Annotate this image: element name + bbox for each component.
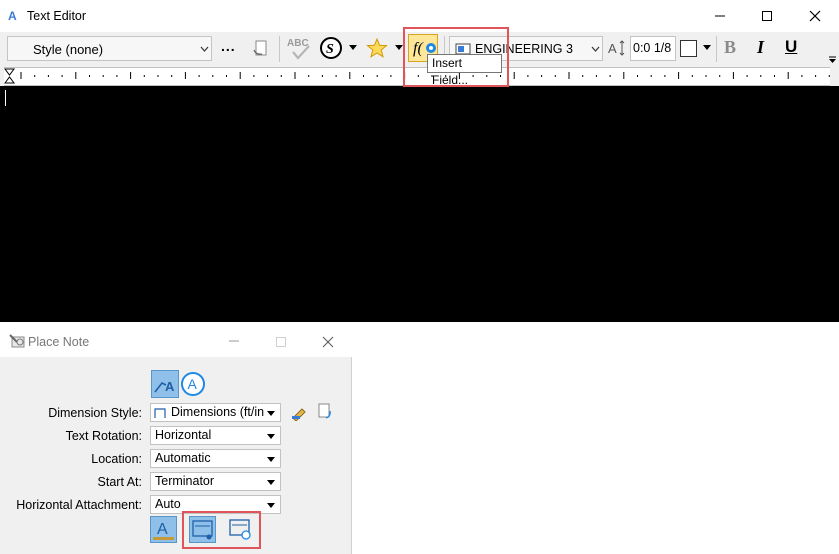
circle-a-icon: A (181, 372, 205, 396)
reset-style-icon (318, 403, 331, 419)
minimize-icon (229, 340, 239, 342)
leader-text-icon: A (154, 379, 175, 394)
more-options-button[interactable]: ... (221, 38, 236, 54)
insert-field-tooltip: Insert Field... (427, 54, 502, 87)
place-note-titlebar[interactable]: Place Note (0, 324, 352, 357)
symbol-s-icon: S (320, 37, 342, 59)
text-frame-button[interactable]: A (150, 516, 177, 543)
symbol-dropdown-icon (349, 45, 357, 50)
location-label: Location: (91, 452, 142, 466)
svg-text:S: S (326, 42, 334, 57)
style-combo-value: Style (none) (33, 42, 104, 57)
minimize-icon (715, 15, 725, 17)
svg-text:A: A (165, 379, 175, 394)
place-note-tool-icon (9, 334, 25, 348)
text-rotation-label: Text Rotation: (65, 429, 142, 443)
chevron-down-icon (591, 46, 600, 52)
favorites-button[interactable] (365, 36, 389, 60)
toolbar-separator (716, 36, 717, 62)
dimension-line-icon (192, 520, 213, 540)
maximize-icon (276, 337, 286, 347)
bold-button[interactable]: B (724, 37, 736, 58)
circle-text-button[interactable]: A (180, 371, 206, 397)
close-icon (322, 336, 334, 348)
chevron-down-icon (267, 503, 275, 508)
text-caret (5, 90, 6, 106)
dimension-style-icon (154, 408, 166, 418)
paste-style-button[interactable] (249, 36, 273, 60)
toolbar-separator (279, 36, 280, 62)
dimension-style-dropdown[interactable]: Dimensions (ft/in (150, 403, 281, 422)
spell-check-button[interactable]: ABC (284, 34, 314, 62)
start-at-dropdown[interactable]: Terminator (150, 472, 281, 491)
horizontal-leader-button[interactable] (189, 516, 216, 543)
text-size-field[interactable]: 0:0 1/8 (630, 36, 676, 61)
style-combo[interactable]: Style (none) (7, 36, 212, 61)
maximize-icon (762, 11, 772, 21)
edit-pencil-icon (292, 408, 306, 421)
document-arrow-icon (253, 40, 267, 56)
start-at-value: Terminator (155, 474, 215, 488)
dimension-style-value: Dimensions (ft/in (171, 405, 265, 419)
place-note-title: Place Note (28, 335, 90, 349)
dimension-style-label: Dimension Style: (48, 406, 142, 420)
color-dropdown-icon (703, 45, 711, 50)
text-rotation-value: Horizontal (155, 428, 212, 442)
favorites-dropdown-icon (395, 45, 403, 50)
underline-button[interactable]: U (785, 37, 797, 57)
chevron-down-icon (267, 411, 275, 416)
svg-text:ABC: ABC (287, 38, 309, 49)
text-height-icon: A (606, 36, 628, 60)
text-editor-app-icon: A (8, 9, 17, 23)
symbol-button[interactable]: S (318, 35, 344, 61)
text-editor-title: Text Editor (27, 9, 87, 23)
spell-check-icon: ABC (287, 38, 310, 60)
location-value: Automatic (155, 451, 211, 465)
associative-leader-button[interactable] (227, 516, 254, 543)
minimize-button[interactable] (697, 0, 743, 32)
dimension-at-icon (229, 519, 251, 540)
text-edit-area[interactable] (0, 86, 839, 322)
italic-button[interactable]: I (757, 37, 764, 58)
text-a-icon: A (153, 521, 174, 540)
svg-text:A: A (188, 376, 198, 392)
close-icon (809, 10, 821, 22)
horizontal-attachment-value: Auto (155, 497, 181, 511)
chevron-down-icon (267, 457, 275, 462)
color-swatch[interactable] (680, 40, 697, 57)
close-button[interactable] (792, 0, 838, 32)
start-at-label: Start At: (97, 475, 142, 489)
svg-text:A: A (157, 521, 168, 538)
chevron-down-icon (267, 480, 275, 485)
indent-marker-icon (4, 68, 15, 84)
text-rotation-dropdown[interactable]: Horizontal (150, 426, 281, 445)
toolbar-overflow-icon (829, 56, 836, 63)
chevron-down-icon (200, 46, 209, 52)
horizontal-attachment-label: Horizontal Attachment: (16, 498, 142, 512)
leader-note-button[interactable]: A (151, 370, 179, 398)
svg-text:A: A (608, 41, 617, 56)
chevron-down-icon (267, 434, 275, 439)
maximize-button[interactable] (744, 0, 790, 32)
star-icon (366, 37, 388, 58)
location-dropdown[interactable]: Automatic (150, 449, 281, 468)
